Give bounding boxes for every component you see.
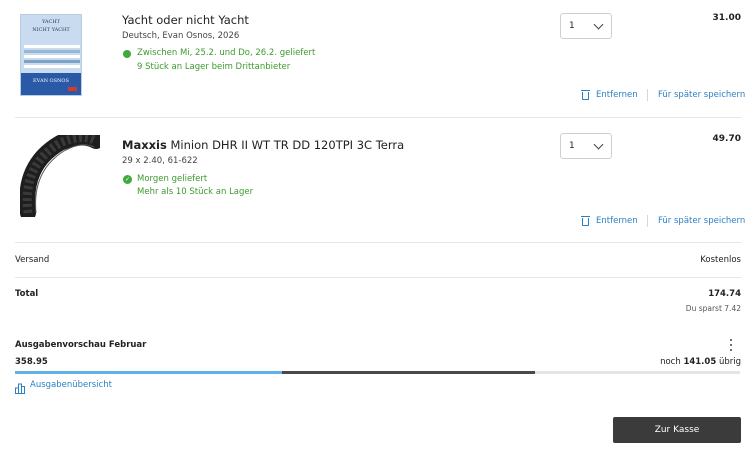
item-divider xyxy=(15,117,741,118)
book-cover-title-1: YACHT xyxy=(41,19,61,25)
trash-icon[interactable] xyxy=(581,216,590,226)
trash-icon[interactable] xyxy=(581,90,590,100)
product-title[interactable]: Yacht oder nicht Yacht xyxy=(122,13,249,27)
book-cover-stripe xyxy=(24,60,80,63)
delivery-estimate: Zwischen Mi, 25.2. und Do, 26.2. geliefe… xyxy=(137,48,316,58)
total-label: Total xyxy=(15,289,39,299)
book-cover-stripe xyxy=(24,45,80,48)
availability-dot-icon xyxy=(123,50,131,58)
spending-overview-link[interactable]: Ausgabenübersicht xyxy=(30,380,112,390)
spending-bar-segment xyxy=(282,371,535,374)
book-cover-title-2: NICHT YACHT xyxy=(32,27,70,33)
quantity-value: 1 xyxy=(569,21,575,31)
item-price: 49.70 xyxy=(712,134,741,144)
action-separator xyxy=(647,89,648,101)
save-for-later-link[interactable]: Für später speichern xyxy=(658,216,745,226)
summary-divider xyxy=(15,277,741,278)
chevron-down-icon xyxy=(593,139,604,150)
book-cover-stripe xyxy=(24,55,80,58)
quantity-select[interactable]: 1 xyxy=(560,13,612,39)
product-brand: Maxxis xyxy=(122,138,167,152)
savings-text: Du sparst 7.42 xyxy=(685,304,741,313)
action-separator xyxy=(647,215,648,227)
item-divider xyxy=(15,242,741,243)
chart-icon[interactable] xyxy=(15,379,26,394)
product-subtitle: Deutsch, Evan Osnos, 2026 xyxy=(122,31,240,41)
total-value: 174.74 xyxy=(708,289,741,299)
remove-link[interactable]: Entfernen xyxy=(596,90,638,100)
remaining-value: 141.05 xyxy=(683,357,717,367)
item-price: 31.00 xyxy=(712,13,741,23)
quantity-value: 1 xyxy=(569,141,575,151)
more-options-icon[interactable] xyxy=(728,339,734,351)
tire-image[interactable] xyxy=(19,129,104,221)
stock-info: Mehr als 10 Stück an Lager xyxy=(137,187,254,197)
remove-link[interactable]: Entfernen xyxy=(596,216,638,226)
checkout-button[interactable]: Zur Kasse xyxy=(613,417,741,443)
book-cover-stripe xyxy=(24,65,80,68)
spending-bar-segment xyxy=(535,371,740,374)
remaining-amount: noch 141.05 übrig xyxy=(660,357,741,367)
book-cover-stripe xyxy=(24,50,80,53)
shipping-value: Kostenlos xyxy=(700,255,741,265)
spent-amount: 358.95 xyxy=(15,357,48,367)
shipping-label: Versand xyxy=(15,255,50,265)
check-icon: ✓ xyxy=(123,175,132,184)
book-cover-image[interactable]: YACHT NICHT YACHT EVAN OSNOS xyxy=(20,14,82,96)
book-cover-badge xyxy=(68,87,77,91)
save-for-later-link[interactable]: Für später speichern xyxy=(658,90,745,100)
product-subtitle: 29 x 2.40, 61-622 xyxy=(122,156,198,166)
remaining-suffix: übrig xyxy=(716,357,741,367)
book-cover-author: EVAN OSNOS xyxy=(33,78,69,84)
quantity-select[interactable]: 1 xyxy=(560,133,612,159)
remaining-prefix: noch xyxy=(660,357,684,367)
book-cover-band: EVAN OSNOS xyxy=(21,73,81,95)
product-title[interactable]: Maxxis Minion DHR II WT TR DD 120TPI 3C … xyxy=(122,138,404,152)
tire-graphic xyxy=(19,129,104,221)
product-name: Minion DHR II WT TR DD 120TPI 3C Terra xyxy=(166,138,405,152)
spending-bar-segment xyxy=(15,371,282,374)
delivery-estimate: Morgen geliefert xyxy=(137,174,208,184)
stock-info: 9 Stück an Lager beim Drittanbieter xyxy=(137,62,291,72)
spending-preview-title: Ausgabenvorschau Februar xyxy=(15,340,147,350)
chevron-down-icon xyxy=(593,19,604,30)
